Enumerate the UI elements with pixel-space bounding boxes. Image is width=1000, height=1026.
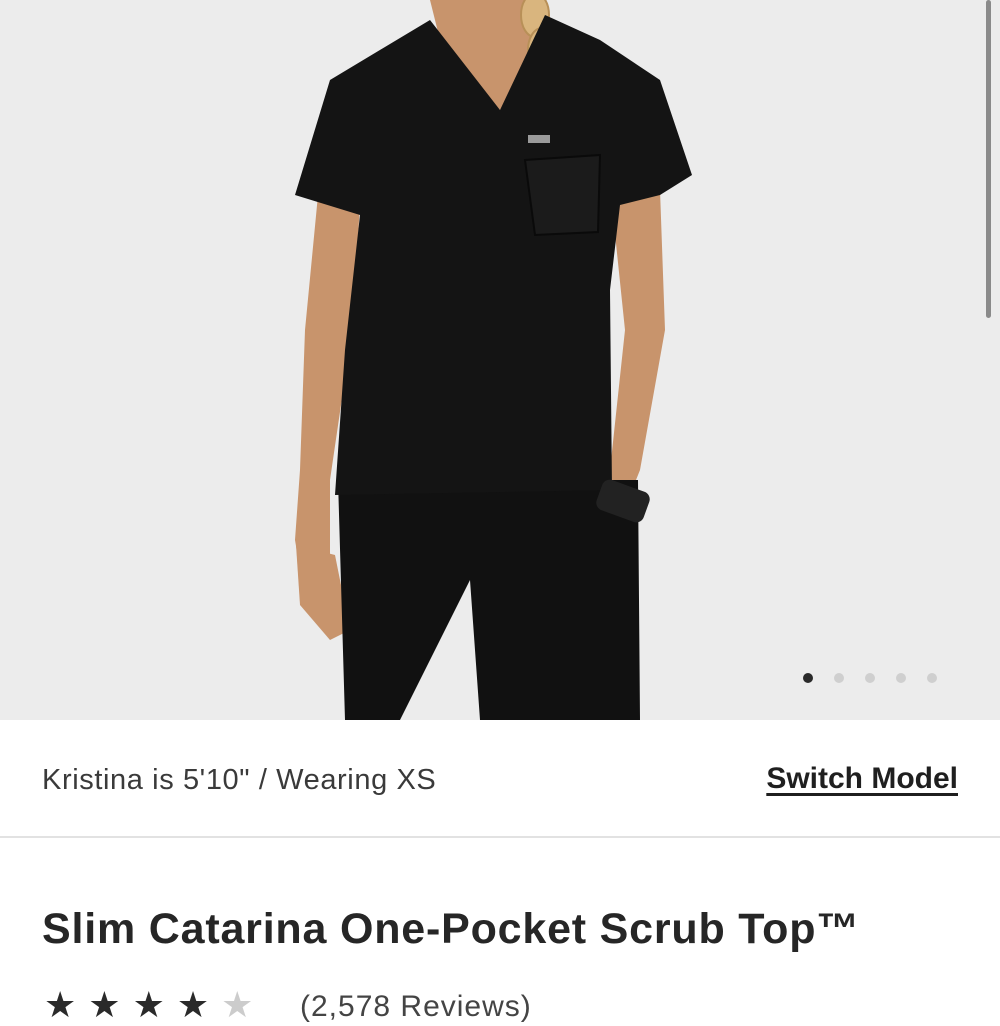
- star-icon: ★: [132, 984, 165, 1025]
- carousel-dot-5[interactable]: [927, 673, 937, 683]
- scrollbar[interactable]: [986, 0, 991, 318]
- rating-stars[interactable]: ★ ★ ★ ★ ★: [44, 984, 253, 1026]
- switch-model-link[interactable]: Switch Model: [766, 762, 958, 796]
- product-title: Slim Catarina One-Pocket Scrub Top™: [42, 905, 861, 953]
- carousel-dots[interactable]: [803, 673, 937, 685]
- star-half-icon: ★: [221, 984, 254, 1025]
- model-info-text: Kristina is 5'10" / Wearing XS: [42, 764, 437, 796]
- carousel-dot-2[interactable]: [834, 673, 844, 683]
- product-hero-image[interactable]: [0, 0, 1000, 720]
- divider: [0, 836, 1000, 838]
- star-icon: ★: [88, 984, 121, 1025]
- star-icon: ★: [44, 984, 77, 1025]
- carousel-dot-4[interactable]: [896, 673, 906, 683]
- model-photo: [0, 0, 1000, 720]
- reviews-count-link[interactable]: (2,578 Reviews): [300, 990, 532, 1024]
- carousel-dot-1[interactable]: [803, 673, 813, 683]
- star-icon: ★: [176, 984, 210, 1025]
- carousel-dot-3[interactable]: [865, 673, 875, 683]
